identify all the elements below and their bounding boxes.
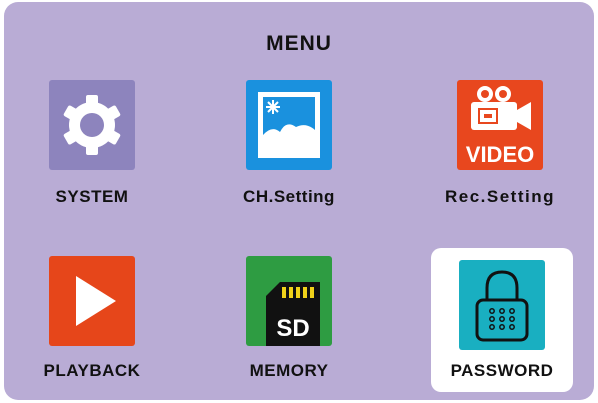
- menu-item-label: SYSTEM: [55, 187, 129, 206]
- menu-item-label: PLAYBACK: [43, 361, 141, 380]
- menu-item-password[interactable]: PASSWORD: [431, 248, 573, 392]
- menu-item-playback[interactable]: PLAYBACK: [21, 256, 163, 394]
- menu-item-label: PASSWORD: [450, 361, 554, 380]
- menu-title: MENU: [266, 32, 332, 55]
- menu-panel: MENU SYSTEM CH.Setting VIDEO Rec.Setting…: [4, 2, 594, 400]
- menu-item-system[interactable]: SYSTEM: [21, 80, 163, 218]
- play-icon: [49, 256, 135, 346]
- menu-item-label: Rec.Setting: [444, 187, 556, 206]
- video-camera-icon: VIDEO: [457, 80, 543, 170]
- menu-item-memory[interactable]: SD MEMORY: [218, 256, 360, 394]
- menu-item-label: CH.Setting: [243, 187, 335, 206]
- picture-icon: [246, 80, 332, 170]
- sd-icon-text: SD: [276, 315, 309, 342]
- padlock-icon: [459, 260, 545, 350]
- menu-item-ch-setting[interactable]: CH.Setting: [218, 80, 360, 218]
- menu-item-rec-setting[interactable]: VIDEO Rec.Setting: [429, 80, 571, 218]
- video-icon-text: VIDEO: [466, 142, 534, 167]
- gear-icon: [49, 80, 135, 170]
- menu-item-label: MEMORY: [249, 361, 329, 380]
- sd-card-icon: SD: [246, 256, 332, 346]
